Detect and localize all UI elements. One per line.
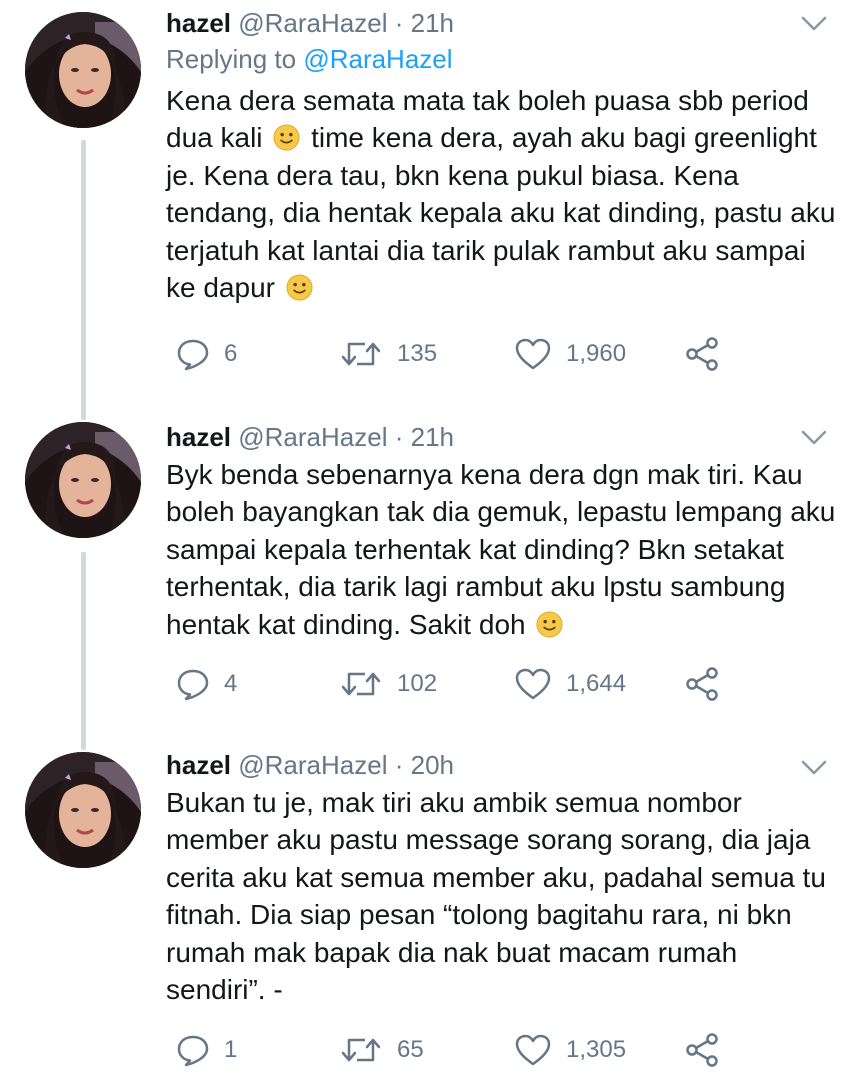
tweet[interactable]: hazel @RaraHazel · 20h Bukan tu je, mak … <box>0 746 857 1080</box>
avatar[interactable] <box>25 12 141 128</box>
reply-count: 4 <box>224 670 238 697</box>
tweet-text-part: Bukan tu je, mak tiri aku ambik semua no… <box>166 787 826 1006</box>
share-button[interactable] <box>684 334 720 374</box>
retweet-icon <box>341 672 381 696</box>
reply-icon <box>177 339 209 371</box>
tweet-text: Bukan tu je, mak tiri aku ambik semua no… <box>166 784 836 1008</box>
avatar[interactable] <box>25 422 141 538</box>
slightly-smiling-face-emoji <box>286 274 313 301</box>
user-handle[interactable]: @RaraHazel <box>238 8 387 38</box>
slightly-smiling-face-emoji <box>273 124 300 151</box>
like-count: 1,960 <box>566 340 627 367</box>
retweet-count: 135 <box>397 340 438 367</box>
reply-icon <box>177 1035 209 1067</box>
chevron-down-icon[interactable] <box>801 430 827 446</box>
like-count: 1,644 <box>566 670 627 697</box>
like-count: 1,305 <box>566 1036 627 1063</box>
reply-button[interactable]: 6 <box>176 334 237 374</box>
reply-count: 6 <box>224 340 238 367</box>
display-name[interactable]: hazel <box>166 750 231 780</box>
tweet-text-part: Byk benda sebenarnya kena dera dgn mak t… <box>166 459 836 640</box>
like-button[interactable]: 1,960 <box>514 334 626 374</box>
user-handle[interactable]: @RaraHazel <box>238 750 387 780</box>
chevron-down-icon[interactable] <box>801 16 827 32</box>
tweet-header: hazel @RaraHazel · 20h <box>166 748 836 782</box>
reply-button[interactable]: 4 <box>176 664 237 704</box>
retweet-icon <box>341 1038 381 1062</box>
tweet-text-part: time kena dera, ayah aku bagi greenlight… <box>166 122 836 304</box>
tweet[interactable]: hazel @RaraHazel · 21h Byk benda sebenar… <box>0 416 857 736</box>
user-handle[interactable]: @RaraHazel <box>238 422 387 452</box>
reply-icon <box>177 669 209 701</box>
display-name[interactable]: hazel <box>166 422 231 452</box>
share-icon <box>686 1033 718 1067</box>
share-icon <box>686 337 718 371</box>
separator-dot: · <box>394 8 404 38</box>
display-name[interactable]: hazel <box>166 8 231 38</box>
replying-to: Replying to @RaraHazel <box>166 42 836 76</box>
tweet-actions: 4 102 1,644 <box>166 664 766 704</box>
replying-to-link[interactable]: @RaraHazel <box>303 44 452 74</box>
retweet-button[interactable]: 135 <box>339 334 437 374</box>
retweet-icon <box>341 342 381 366</box>
like-button[interactable]: 1,305 <box>514 1030 626 1070</box>
reply-count: 1 <box>224 1036 238 1063</box>
tweet-text: Kena dera semata mata tak boleh puasa sb… <box>166 82 836 306</box>
tweet-text: Byk benda sebenarnya kena dera dgn mak t… <box>166 456 836 643</box>
heart-icon <box>515 668 551 700</box>
tweet-header: hazel @RaraHazel · 21h <box>166 6 836 40</box>
retweet-button[interactable]: 65 <box>339 1030 424 1070</box>
chevron-down-icon[interactable] <box>801 760 827 776</box>
tweet-time[interactable]: 20h <box>411 750 454 780</box>
tweet-time[interactable]: 21h <box>411 422 454 452</box>
separator-dot: · <box>394 750 404 780</box>
tweet-actions: 1 65 1,305 <box>166 1030 766 1070</box>
retweet-count: 65 <box>397 1036 424 1063</box>
share-button[interactable] <box>684 664 720 704</box>
heart-icon <box>515 338 551 370</box>
retweet-count: 102 <box>397 670 438 697</box>
reply-button[interactable]: 1 <box>176 1030 237 1070</box>
separator-dot: · <box>394 422 404 452</box>
share-button[interactable] <box>684 1030 720 1070</box>
replying-to-label: Replying to <box>166 44 297 74</box>
avatar[interactable] <box>25 752 141 868</box>
retweet-button[interactable]: 102 <box>339 664 437 704</box>
tweet-actions: 6 135 1,960 <box>166 334 766 374</box>
share-icon <box>686 667 718 701</box>
tweet-time[interactable]: 21h <box>411 8 454 38</box>
slightly-smiling-face-emoji <box>536 611 563 638</box>
tweet[interactable]: hazel @RaraHazel · 21h Replying to @Rara… <box>0 0 857 400</box>
tweet-header: hazel @RaraHazel · 21h <box>166 420 836 454</box>
like-button[interactable]: 1,644 <box>514 664 626 704</box>
heart-icon <box>515 1034 551 1066</box>
